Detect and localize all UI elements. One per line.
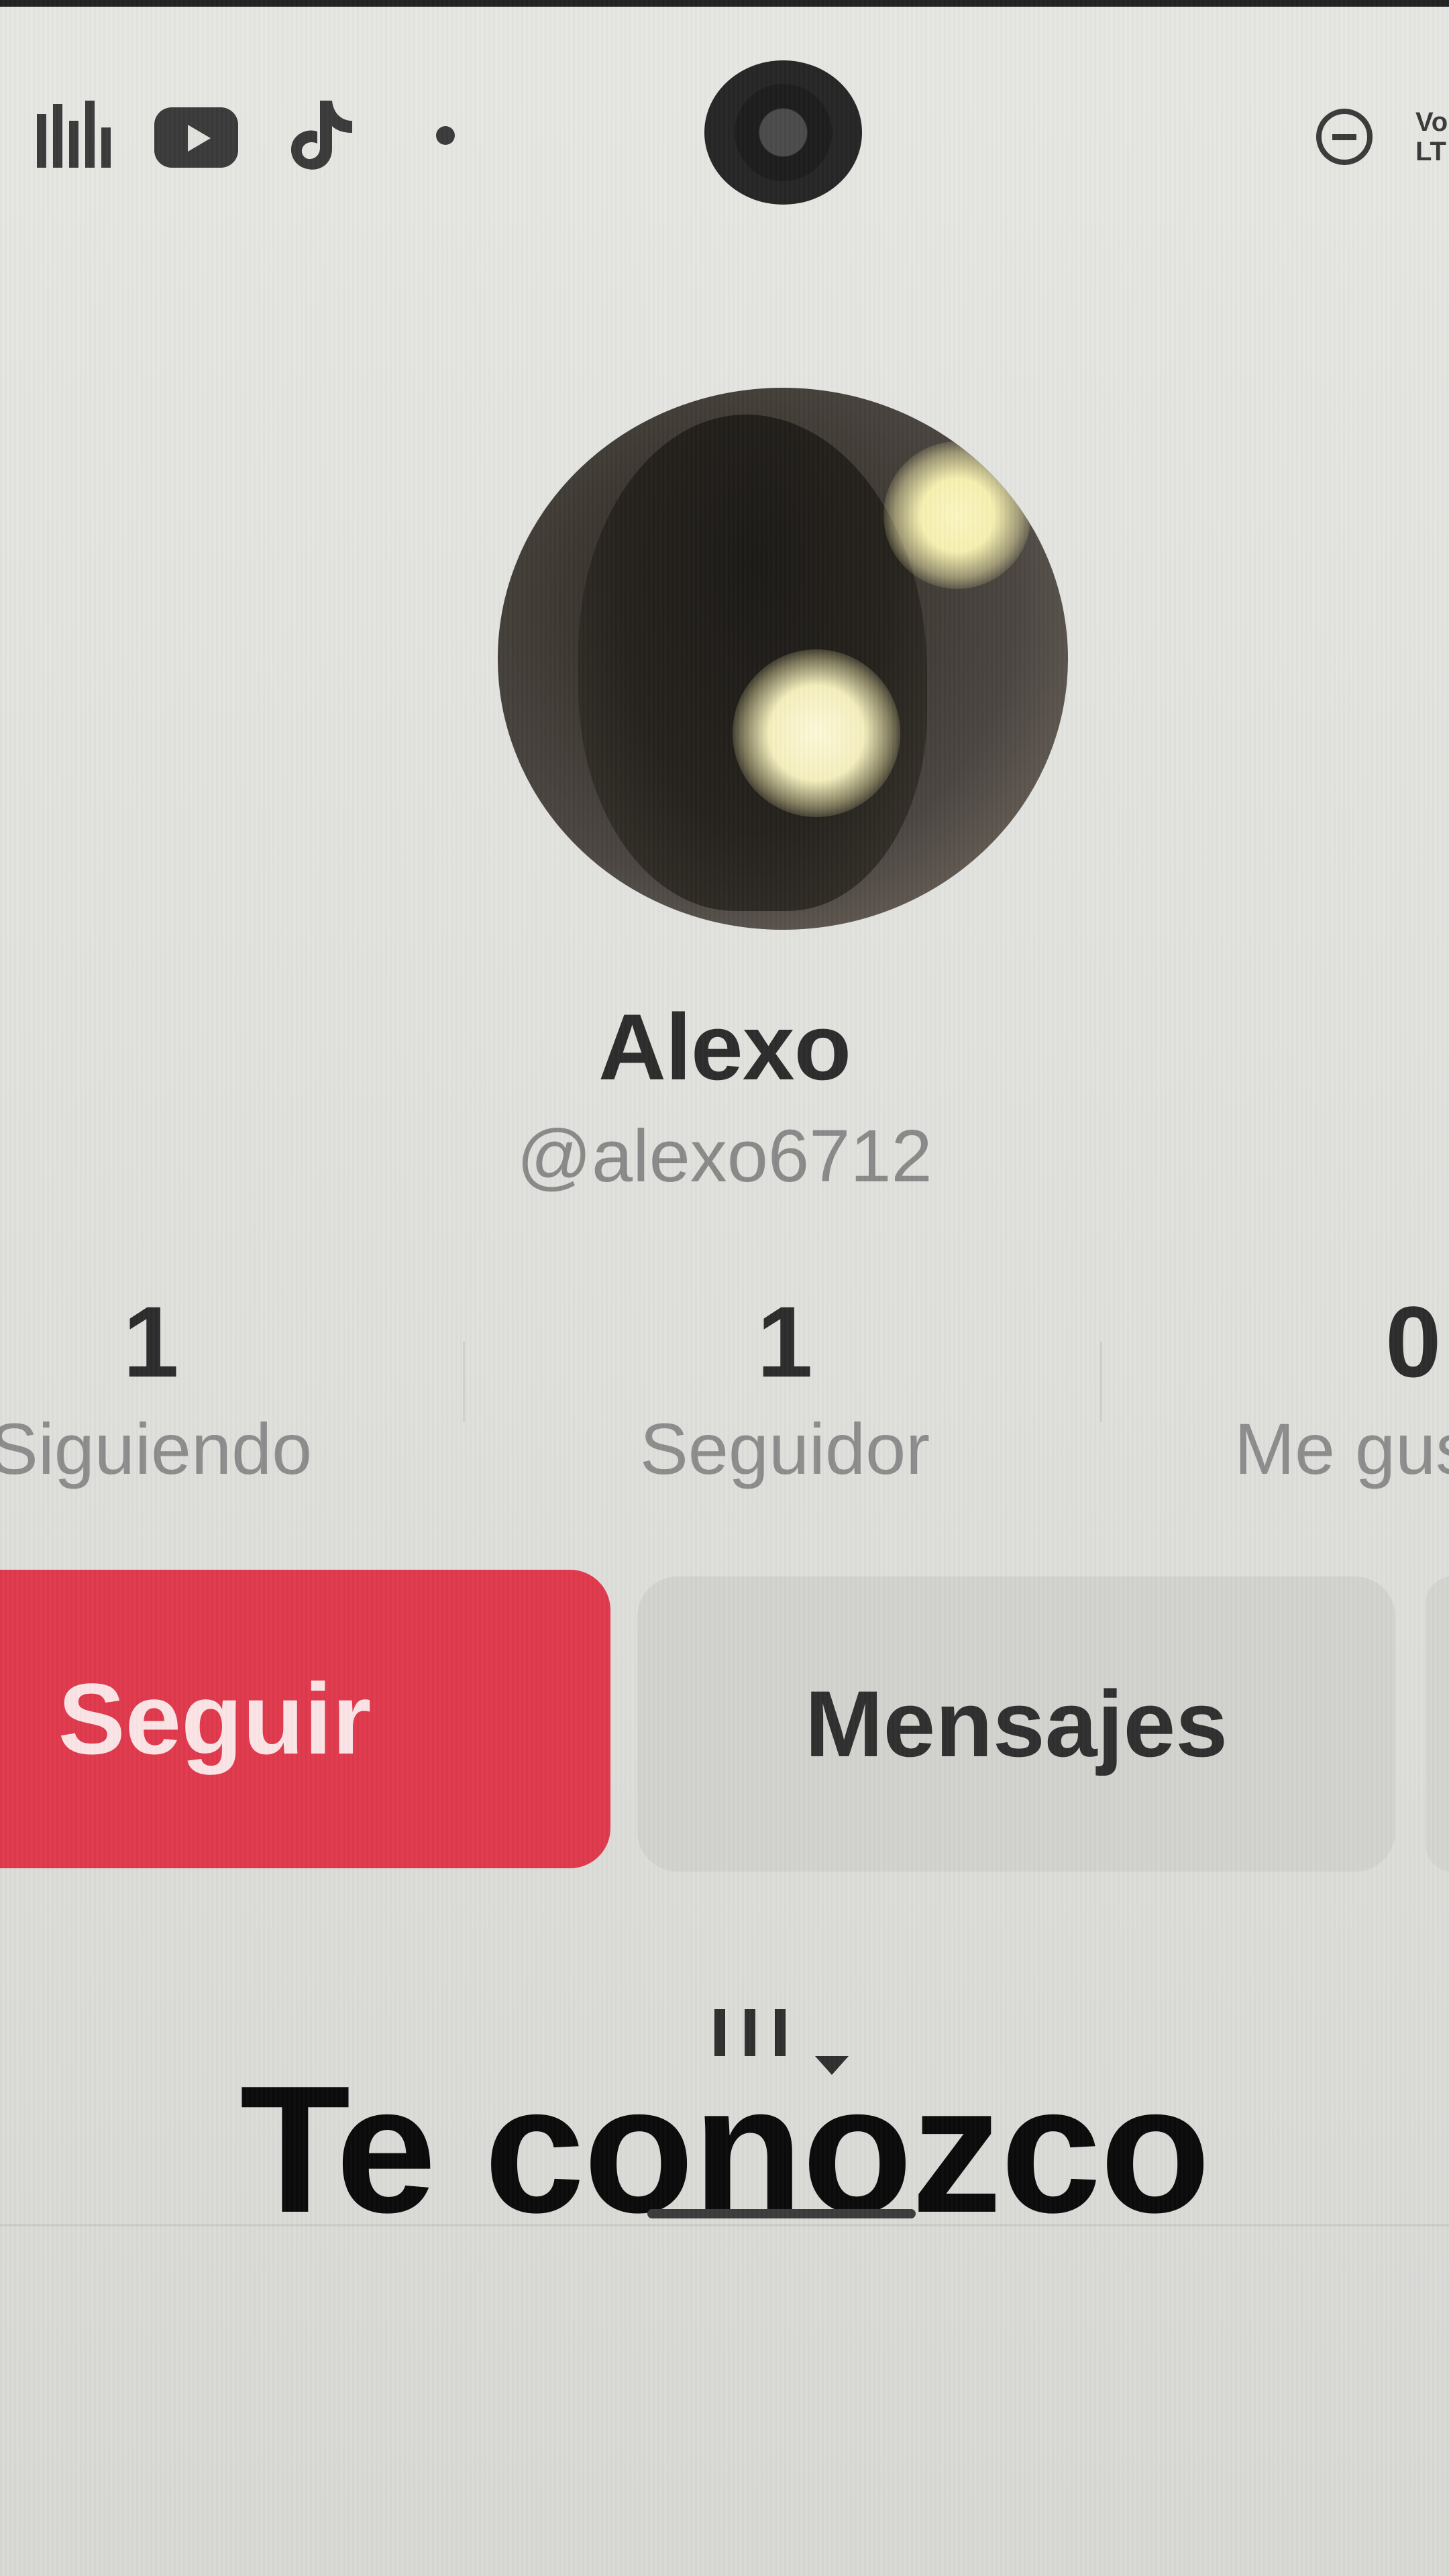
following-count: 1 <box>123 1285 179 1398</box>
profile-screen: Vo LT Alexo @alexo6712 1 Siguiendo 1 Seg… <box>0 0 1449 2576</box>
avatar[interactable] <box>498 388 1068 930</box>
tiktok-icon <box>290 101 352 170</box>
likes-label: Me gusta <box>1234 1408 1449 1489</box>
stat-followers[interactable]: 1 Seguidor <box>590 1285 979 1493</box>
stat-divider <box>1100 1342 1102 1422</box>
youtube-icon <box>154 107 238 168</box>
following-label: Siguiendo <box>0 1408 313 1489</box>
messages-button[interactable]: Mensajes <box>637 1576 1395 1872</box>
stat-following[interactable]: 1 Siguiendo <box>0 1285 329 1493</box>
follow-button[interactable]: Seguir <box>0 1570 610 1868</box>
story-caption: Te conozco <box>239 2049 1210 2251</box>
stat-likes[interactable]: 0 Me gusta <box>1234 1285 1449 1493</box>
screen-top-edge <box>0 0 1449 7</box>
avatar-photo <box>578 415 927 911</box>
stat-divider <box>463 1342 465 1422</box>
tab-divider-line <box>0 2224 1449 2226</box>
followers-label: Seguidor <box>639 1408 930 1489</box>
camera-hole <box>704 60 862 205</box>
light-glare <box>733 649 900 817</box>
notification-dot-icon <box>436 126 455 145</box>
display-name: Alexo <box>598 994 851 1099</box>
follow-button-label: Seguir <box>58 1662 372 1775</box>
equalizer-icon <box>37 101 111 168</box>
light-glare <box>883 441 1031 589</box>
followers-count: 1 <box>757 1285 813 1398</box>
do-not-disturb-icon <box>1316 109 1373 165</box>
likes-count: 0 <box>1385 1285 1442 1398</box>
active-tab-indicator <box>647 2209 916 2218</box>
username: @alexo6712 <box>517 1115 932 1197</box>
carrier-text: Vo LT <box>1415 107 1448 166</box>
messages-button-label: Mensajes <box>804 1671 1228 1776</box>
more-button[interactable] <box>1426 1576 1449 1872</box>
